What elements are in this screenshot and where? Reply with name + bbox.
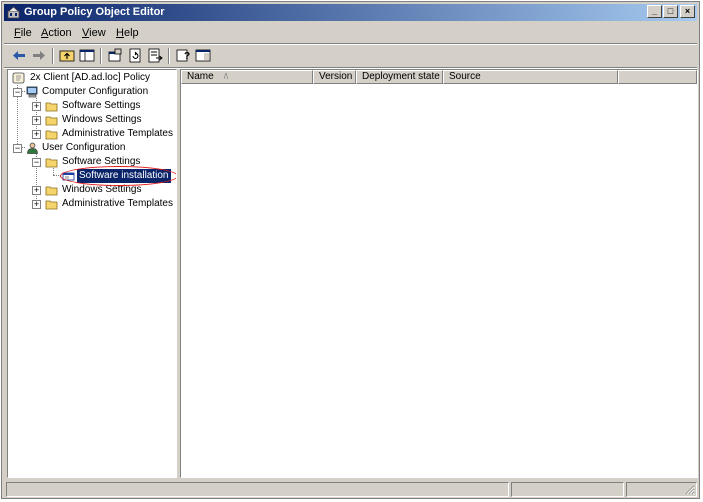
computer-icon [26,86,39,98]
column-header-filler [618,70,697,84]
menu-help[interactable]: Help [116,27,139,39]
details-list-pane[interactable]: Name/\ Version Deployment state Source [180,69,698,478]
tree-item-cc-software-settings[interactable]: + Software Settings [32,99,172,113]
tree-label: Computer Configuration [42,86,149,97]
expand-toggle-icon[interactable]: + [32,186,41,195]
resize-grip-icon[interactable] [684,484,695,495]
close-button[interactable]: × [680,5,695,18]
expand-toggle-icon[interactable]: + [32,200,41,209]
tree-item-user-configuration[interactable]: − User Configuration [12,141,172,155]
collapse-toggle-icon[interactable]: − [13,88,22,97]
tree-label: Administrative Templates [62,128,173,139]
help-icon[interactable]: ? [174,47,192,64]
status-panel-main [6,482,509,497]
properties-icon[interactable] [106,47,124,64]
column-header-name[interactable]: Name/\ [181,70,313,84]
folder-icon [45,198,58,210]
menu-bar: File Action View Help [4,23,697,44]
column-header-source[interactable]: Source [443,70,618,84]
folder-icon [45,114,58,126]
folder-icon [45,184,58,196]
tree-connector [53,168,54,175]
expand-toggle-icon[interactable]: + [32,102,41,111]
toolbar-separator [100,48,102,64]
menu-file[interactable]: File [14,27,32,39]
menu-view[interactable]: View [82,27,106,39]
collapse-toggle-icon[interactable]: − [13,144,22,153]
minimize-button[interactable]: _ [647,5,662,18]
tree-pane[interactable]: 2x Client [AD.ad.loc] Policy − Computer … [7,69,177,478]
status-bar [4,482,697,497]
forward-arrow-icon[interactable] [30,47,48,64]
column-header-deployment-state[interactable]: Deployment state [356,70,443,84]
tree-label: Software Settings [62,100,141,111]
column-header-version[interactable]: Version [313,70,356,84]
gpo-editor-window: Group Policy Object Editor _ □ × File Ac… [1,1,700,499]
red-highlight-annotation [60,166,176,186]
policy-scroll-icon [12,72,25,84]
tree-item-computer-configuration[interactable]: − Computer Configuration [12,85,172,99]
tree-label: User Configuration [42,142,126,153]
maximize-button[interactable]: □ [663,5,678,18]
toolbar-separator [168,48,170,64]
show-hide-tree-icon[interactable] [78,47,96,64]
show-hide-action-pane-icon[interactable] [194,47,212,64]
collapse-toggle-icon[interactable]: − [32,158,41,167]
toolbar-separator [52,48,54,64]
folder-icon [45,100,58,112]
folder-open-icon [45,156,58,168]
toolbar: ? [4,45,697,68]
sort-ascending-icon: /\ [223,72,229,81]
title-bar[interactable]: Group Policy Object Editor _ □ × [4,4,697,21]
tree-item-cc-windows-settings[interactable]: + Windows Settings [32,113,172,127]
up-folder-icon[interactable] [58,47,76,64]
tree-item-uc-administrative-templates[interactable]: + Administrative Templates [32,197,173,211]
refresh-icon[interactable] [126,47,144,64]
menu-action[interactable]: Action [41,27,72,39]
window-title: Group Policy Object Editor [24,6,165,18]
export-list-icon[interactable] [146,47,164,64]
status-panel-tertiary [626,482,697,497]
status-panel-secondary [511,482,624,497]
expand-toggle-icon[interactable]: + [32,130,41,139]
user-icon [26,142,39,154]
tree-item-root-policy[interactable]: 2x Client [AD.ad.loc] Policy [12,71,172,85]
folder-icon [45,128,58,140]
svg-text:?: ? [184,51,190,62]
expand-toggle-icon[interactable]: + [32,116,41,125]
tree-label: Windows Settings [62,114,142,125]
back-arrow-icon[interactable] [10,47,28,64]
tree-label: 2x Client [AD.ad.loc] Policy [30,72,151,83]
tree-label: Administrative Templates [62,198,173,209]
gpo-app-icon [7,6,20,19]
tree-item-cc-administrative-templates[interactable]: + Administrative Templates [32,127,173,141]
